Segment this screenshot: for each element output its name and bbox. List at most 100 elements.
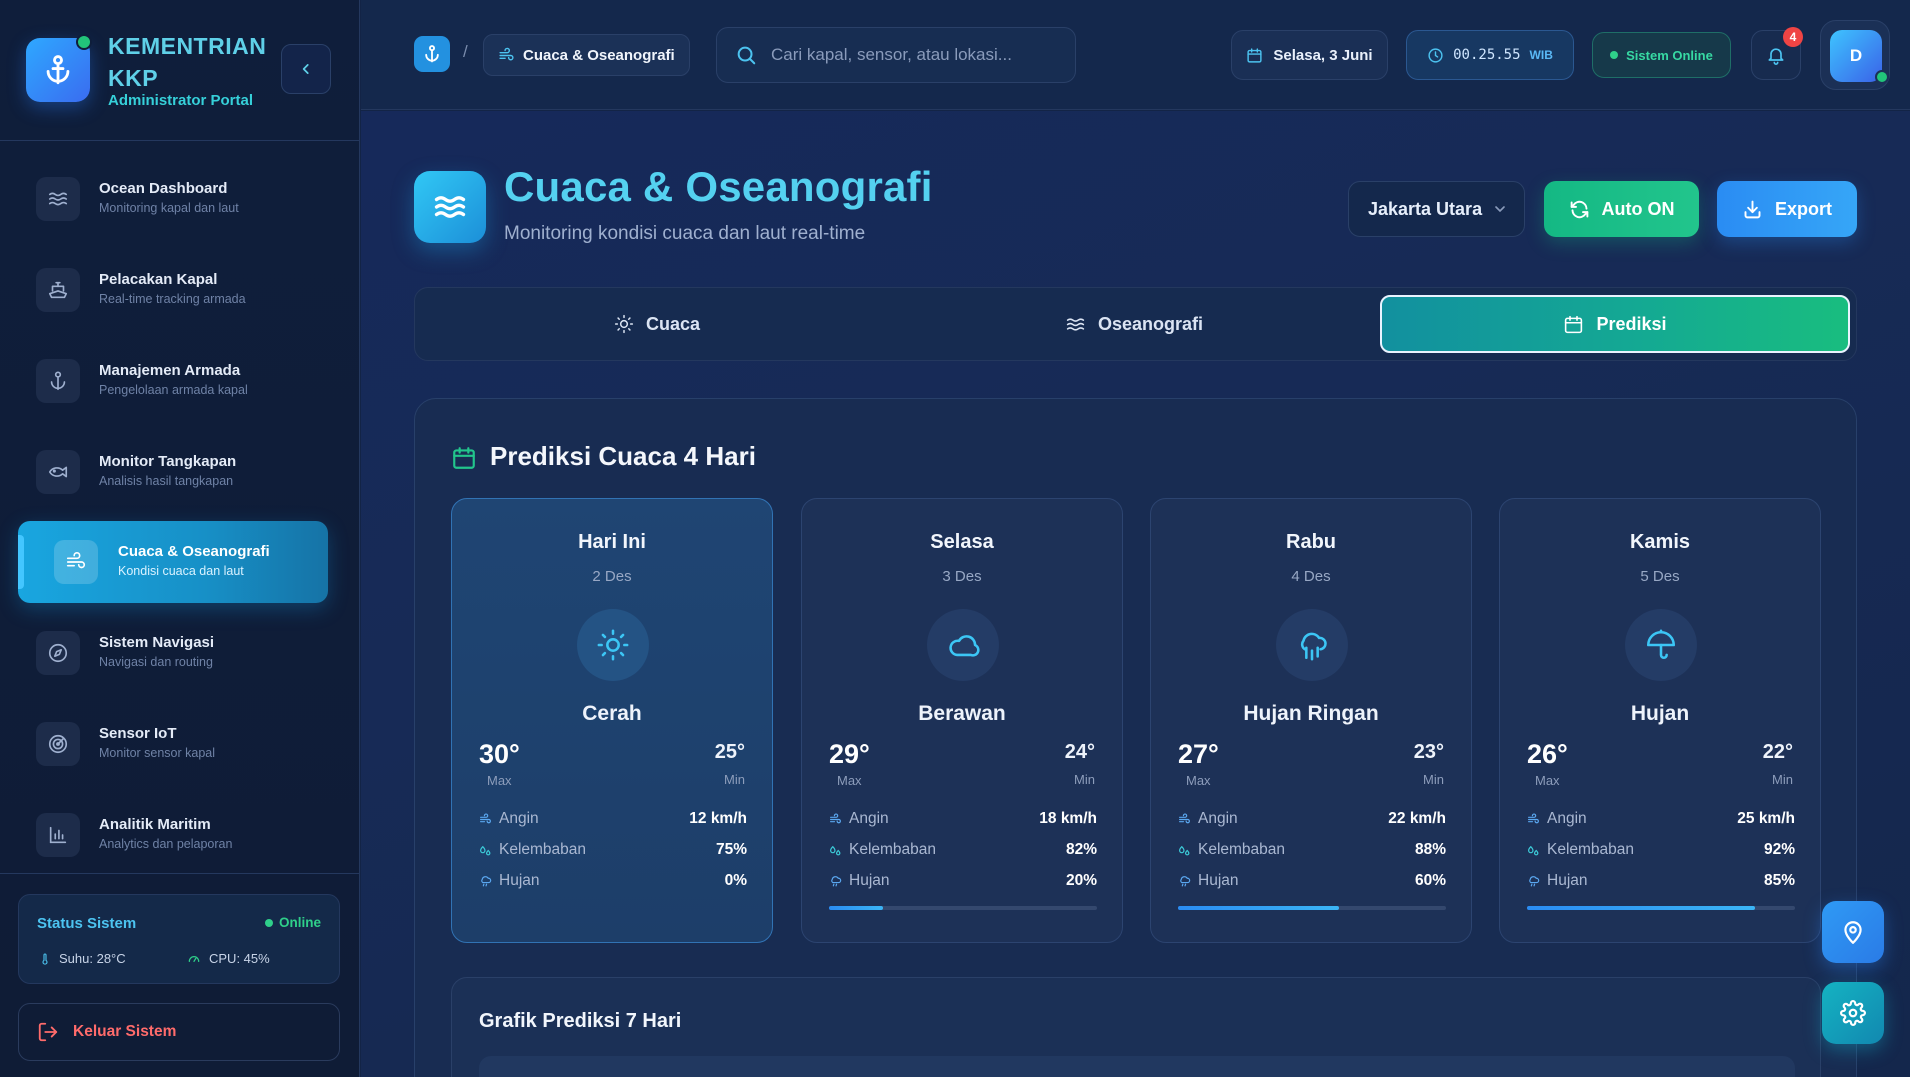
forecast-day-card[interactable]: Kamis 5 Des Hujan 26° Max 22° Min Angin 2… [1499, 498, 1821, 943]
tab-prediksi[interactable]: Prediksi [1380, 295, 1850, 353]
refresh-icon [1570, 200, 1588, 218]
day-date: 5 Des [1640, 568, 1680, 585]
forecast-day-card[interactable]: Selasa 3 Des Berawan 29° Max 24° Min Ang… [801, 498, 1123, 943]
status-temp-value: Suhu: 28°C [59, 951, 126, 966]
user-menu-button[interactable]: D [1820, 20, 1890, 90]
forecast-day-card[interactable]: Rabu 4 Des Hujan Ringan 27° Max 23° Min … [1150, 498, 1472, 943]
droplets-icon [480, 845, 491, 855]
rain-label: Hujan [1198, 872, 1239, 889]
ship-icon [36, 268, 80, 312]
rain-row: Hujan 60% [1178, 871, 1446, 891]
temp-max: 30° [479, 739, 520, 769]
wind-row: Angin 22 km/h [1178, 809, 1446, 829]
user-online-indicator [1875, 70, 1889, 84]
gear-icon [1840, 1000, 1866, 1026]
status-cpu: CPU: 45% [187, 951, 270, 966]
cloud-rain-icon [1276, 609, 1348, 681]
location-select[interactable]: Jakarta Utara [1348, 181, 1525, 237]
umbrella-icon [1625, 609, 1697, 681]
search-input[interactable] [771, 45, 1041, 65]
waves-icon [36, 177, 80, 221]
sidebar-item-sensor-iot[interactable]: Sensor IoT Monitor sensor kapal [18, 703, 328, 785]
humidity-label: Kelembaban [499, 841, 587, 858]
forecast-title: Prediksi Cuaca 4 Hari [490, 441, 756, 471]
wind-icon [1528, 813, 1539, 823]
humidity-row: Kelembaban 82% [829, 840, 1097, 860]
tab-cuaca[interactable]: Cuaca [422, 295, 892, 353]
day-date: 2 Des [592, 568, 632, 585]
system-status-card: Status Sistem Online Suhu: 28°C CPU: 45% [18, 894, 340, 984]
rain-probability-fill [1178, 906, 1339, 910]
sidebar-item-sistem-navigasi[interactable]: Sistem Navigasi Navigasi dan routing [18, 612, 328, 694]
waves-icon [1066, 317, 1085, 331]
status-title: Status Sistem [37, 915, 137, 932]
sidebar-item-ocean-dashboard[interactable]: Ocean Dashboard Monitoring kapal dan lau… [18, 158, 328, 240]
date-display: Selasa, 3 Juni [1231, 30, 1388, 80]
tab-label: Oseanografi [1097, 313, 1204, 334]
rain-probability-fill [829, 906, 883, 910]
breadcrumb-current[interactable]: Cuaca & Oseanografi [483, 34, 690, 76]
breadcrumb-home-button[interactable] [414, 36, 450, 72]
calendar-icon [1247, 47, 1262, 63]
anchor-icon [36, 359, 80, 403]
chart-title: Grafik Prediksi 7 Hari [479, 1010, 682, 1032]
radar-icon [36, 722, 80, 766]
brand-subtitle: Administrator Portal [108, 92, 254, 109]
settings-fab-button[interactable] [1822, 982, 1884, 1044]
temp-min-label: Min [1423, 772, 1444, 787]
chevron-down-icon [1495, 206, 1505, 213]
sidebar-item-label: Cuaca & Oseanografi [118, 543, 270, 560]
status-temperature: Suhu: 28°C [39, 951, 126, 966]
tab-oseanografi[interactable]: Oseanografi [899, 295, 1369, 353]
sidebar-item-monitor-tangkapan[interactable]: Monitor Tangkapan Analisis hasil tangkap… [18, 431, 328, 513]
droplets-icon [1528, 845, 1539, 855]
cloud-rain-icon [1529, 875, 1540, 886]
bell-icon [1768, 48, 1784, 65]
date-value: Selasa, 3 Juni [1273, 46, 1373, 64]
export-button[interactable]: Export [1717, 181, 1857, 237]
calendar-icon [453, 447, 475, 469]
day-condition: Cerah [582, 702, 642, 725]
sidebar-item-analitik-maritim[interactable]: Analitik Maritim Analytics dan pelaporan [18, 794, 328, 876]
forecast-day-card[interactable]: Hari Ini 2 Des Cerah 30° Max 25° Min Ang… [451, 498, 773, 943]
sidebar: KEMENTRIAN KKP Administrator Portal Ocea… [0, 0, 360, 1077]
sidebar-item-desc: Analisis hasil tangkapan [99, 474, 234, 488]
rain-value: 85% [1763, 872, 1795, 889]
auto-refresh-label: Auto ON [1601, 198, 1675, 219]
location-fab-button[interactable] [1822, 901, 1884, 963]
thermometer-icon [42, 952, 48, 965]
sidebar-item-cuaca-oseanografi[interactable]: Cuaca & Oseanografi Kondisi cuaca dan la… [18, 521, 328, 603]
wind-label: Angin [1547, 810, 1587, 827]
anchor-icon [425, 45, 439, 63]
location-value: Jakarta Utara [1368, 198, 1483, 219]
collapse-sidebar-button[interactable] [281, 44, 331, 94]
gauge-icon [188, 955, 200, 962]
sun-icon [577, 609, 649, 681]
logout-button[interactable]: Keluar Sistem [18, 1003, 340, 1061]
online-indicator [76, 34, 92, 50]
rain-value: 60% [1414, 872, 1446, 889]
sidebar-item-pelacakan-kapal[interactable]: Pelacakan Kapal Real-time tracking armad… [18, 249, 328, 331]
wind-row: Angin 12 km/h [479, 809, 747, 829]
wind-row: Angin 25 km/h [1527, 809, 1795, 829]
wind-label: Angin [499, 810, 539, 827]
temp-min: 24° [1064, 741, 1095, 763]
temp-max: 26° [1527, 739, 1568, 769]
temp-min: 22° [1762, 741, 1793, 763]
day-date: 4 Des [1291, 568, 1331, 585]
sidebar-item-desc: Navigasi dan routing [99, 655, 213, 669]
waves-icon [414, 171, 486, 243]
wind-icon [830, 813, 841, 823]
view-tabs: Cuaca Oseanografi Prediksi [414, 287, 1857, 361]
sidebar-item-manajemen-armada[interactable]: Manajemen Armada Pengelolaan armada kapa… [18, 340, 328, 422]
search-box [716, 27, 1076, 83]
divider [0, 140, 360, 141]
humidity-value: 88% [1414, 841, 1446, 858]
calendar-icon [1565, 315, 1583, 333]
rain-label: Hujan [849, 872, 890, 889]
rain-row: Hujan 0% [479, 871, 747, 891]
auto-refresh-button[interactable]: Auto ON [1544, 181, 1699, 237]
clock-icon [1428, 47, 1443, 63]
temp-max: 27° [1178, 739, 1219, 769]
day-condition: Berawan [918, 702, 1006, 725]
